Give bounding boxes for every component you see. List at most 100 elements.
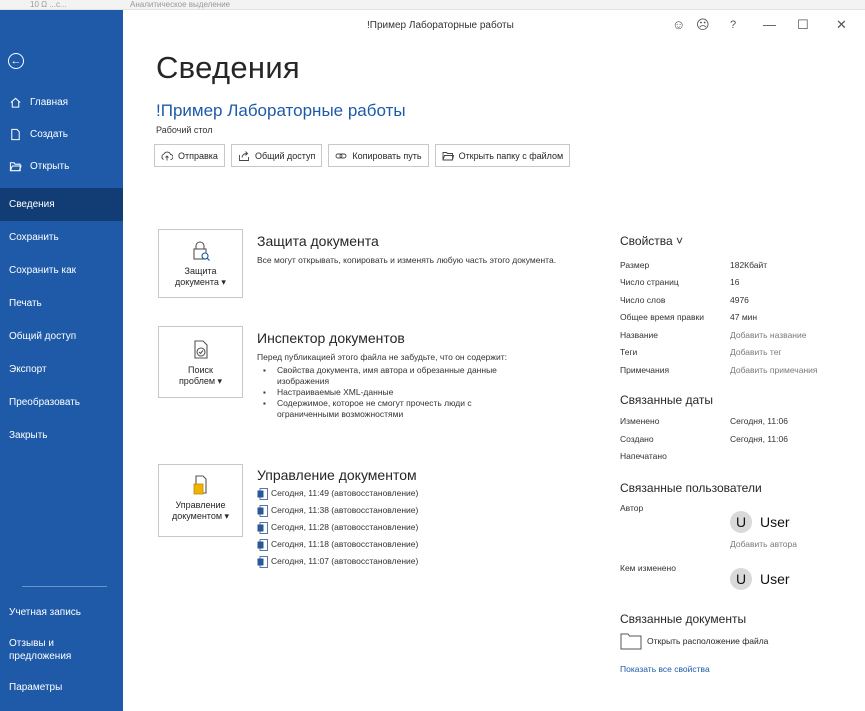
date-row: Напечатано xyxy=(620,448,860,466)
property-row: Число слов 4976 xyxy=(620,291,860,309)
share-icon xyxy=(238,150,249,161)
inspect-list-item: Настраиваемые XML-данные xyxy=(257,387,557,398)
version-item[interactable]: Сегодня, 11:38 (автовосстановление) xyxy=(257,502,557,519)
property-value: 182Кбайт xyxy=(730,259,768,270)
properties-panel: Свойства ˅ Размер 182Кбайт Число страниц 1… xyxy=(620,234,860,674)
sidebar-item-options[interactable]: Параметры xyxy=(0,671,123,703)
manage-document-button[interactable]: Управление документом ▾ xyxy=(158,464,243,537)
version-item[interactable]: Сегодня, 11:49 (автовосстановление) xyxy=(257,485,557,502)
protect-title: Защита документа xyxy=(257,233,379,249)
author-user[interactable]: U User xyxy=(730,511,790,533)
open-file-location-label: Открыть расположение файла xyxy=(647,636,769,646)
version-item[interactable]: Сегодня, 11:18 (автовосстановление) xyxy=(257,536,557,553)
top-strip-text-left: 10 Ω ...с... xyxy=(30,0,67,9)
inspect-document-icon xyxy=(193,340,208,359)
word-doc-icon xyxy=(257,538,268,551)
sidebar-item-account[interactable]: Учетная запись xyxy=(0,595,123,629)
sidebar-item-print[interactable]: Печать xyxy=(0,287,123,320)
sidebar-top-nav: Главная Создать Открыть xyxy=(0,86,123,182)
add-comments-field[interactable]: Добавить примечания xyxy=(730,365,818,375)
sidebar-bottom-nav: Учетная запись Отзывы и предложения Пара… xyxy=(0,595,123,703)
sidebar-item-feedback[interactable]: Отзывы и предложения xyxy=(0,629,110,671)
sidebar-item-label: Открыть xyxy=(30,160,70,172)
avatar: U xyxy=(730,568,752,590)
document-location: Рабочий стол xyxy=(156,125,213,135)
add-title-field[interactable]: Добавить название xyxy=(730,330,806,340)
sidebar-item-export[interactable]: Экспорт xyxy=(0,353,123,386)
manage-card-label-1: Управление xyxy=(175,500,226,510)
maximize-icon[interactable]: ☐ xyxy=(797,17,809,33)
date-row: Создано Сегодня, 11:06 xyxy=(620,430,860,448)
inspect-list: Свойства документа, имя автора и обрезан… xyxy=(257,365,557,420)
frown-feedback-icon[interactable]: ☹ xyxy=(696,17,710,33)
sidebar-item-label: Создать xyxy=(30,128,69,140)
manage-title: Управление документом xyxy=(257,467,417,483)
property-value: 47 мин xyxy=(730,312,758,323)
date-value: Сегодня, 11:06 xyxy=(730,416,788,427)
property-key: Общее время правки xyxy=(620,312,705,323)
avatar: U xyxy=(730,511,752,533)
help-icon[interactable]: ? xyxy=(730,19,736,31)
sidebar-item-share[interactable]: Общий доступ xyxy=(0,320,123,353)
link-icon xyxy=(335,153,347,158)
protect-document-button[interactable]: Защита документа ▾ xyxy=(158,229,243,298)
minimize-icon[interactable]: — xyxy=(763,17,776,32)
inspect-intro: Перед публикацией этого файла не забудьт… xyxy=(257,352,507,362)
date-key: Изменено xyxy=(620,416,660,427)
backstage-sidebar: ← Главная Создать Открыть Сведения Сохра… xyxy=(0,10,123,711)
inspect-section: Инспектор документов Перед публикацией э… xyxy=(257,330,557,420)
version-label: Сегодня, 11:18 (автовосстановление) xyxy=(271,539,419,549)
close-icon[interactable]: ✕ xyxy=(836,17,847,33)
copy-path-label: Копировать путь xyxy=(352,150,422,161)
open-folder-button[interactable]: Открыть папку с файлом xyxy=(434,144,571,167)
show-all-properties-link[interactable]: Показать все свойства xyxy=(620,664,860,674)
protect-card-label-1: Защита xyxy=(184,266,217,276)
inspect-list-item: Содержимое, которое не смогут прочесть л… xyxy=(257,398,527,420)
add-author-link[interactable]: Добавить автора xyxy=(730,539,860,549)
copy-path-button[interactable]: Копировать путь xyxy=(328,144,429,167)
sidebar-item-home[interactable]: Главная xyxy=(0,86,123,118)
sidebar-item-save-as[interactable]: Сохранить как xyxy=(0,254,123,287)
property-row: Название Добавить название xyxy=(620,326,860,344)
version-item[interactable]: Сегодня, 11:28 (автовосстановление) xyxy=(257,519,557,536)
folder-icon xyxy=(620,633,642,650)
document-name: !Пример Лабораторные работы xyxy=(156,101,406,120)
open-folder-label: Открыть папку с файлом xyxy=(458,150,564,161)
word-doc-icon xyxy=(257,521,268,534)
property-key: Теги xyxy=(620,347,638,358)
sidebar-item-close[interactable]: Закрыть xyxy=(0,419,123,452)
modified-by-row: Кем изменено U User xyxy=(620,561,860,590)
property-key: Примечания xyxy=(620,364,670,375)
property-value: 4976 xyxy=(730,294,749,305)
sidebar-item-new[interactable]: Создать xyxy=(0,118,123,150)
modified-by-label: Кем изменено xyxy=(620,563,676,573)
sidebar-item-info[interactable]: Сведения xyxy=(0,188,123,221)
property-row: Размер 182Кбайт xyxy=(620,256,860,274)
sidebar-item-open[interactable]: Открыть xyxy=(0,150,123,182)
home-icon xyxy=(10,97,21,108)
property-value: 16 xyxy=(730,277,740,288)
modified-by-user[interactable]: U User xyxy=(730,568,790,590)
check-issues-button[interactable]: Поиск проблем ▾ xyxy=(158,326,243,398)
date-row: Изменено Сегодня, 11:06 xyxy=(620,413,860,431)
inspect-card-label-2: проблем ▾ xyxy=(178,376,223,386)
version-item[interactable]: Сегодня, 11:07 (автовосстановление) xyxy=(257,553,557,570)
date-value: Сегодня, 11:06 xyxy=(730,433,788,444)
share-button[interactable]: Общий доступ xyxy=(230,144,323,167)
protect-text: Все могут открывать, копировать и изменя… xyxy=(257,255,557,265)
back-arrow-icon[interactable]: ← xyxy=(8,53,24,69)
author-row: Автор U User xyxy=(620,501,860,533)
property-row: Число страниц 16 xyxy=(620,274,860,292)
sidebar-item-save[interactable]: Сохранить xyxy=(0,221,123,254)
folder-icon xyxy=(442,151,454,160)
property-row: Общее время правки 47 мин xyxy=(620,309,860,327)
property-key: Число слов xyxy=(620,294,666,305)
top-strip-text-mid: Аналитическое выделение xyxy=(130,0,231,9)
smile-feedback-icon[interactable]: ☺ xyxy=(672,17,685,32)
add-tag-field[interactable]: Добавить тег xyxy=(730,347,782,357)
related-dates-header: Связанные даты xyxy=(620,392,713,407)
sidebar-item-transform[interactable]: Преобразовать xyxy=(0,386,123,419)
upload-button[interactable]: Отправка xyxy=(154,144,225,167)
properties-header[interactable]: Свойства ˅ xyxy=(620,234,860,248)
open-file-location-link[interactable]: Открыть расположение файла xyxy=(620,632,860,650)
